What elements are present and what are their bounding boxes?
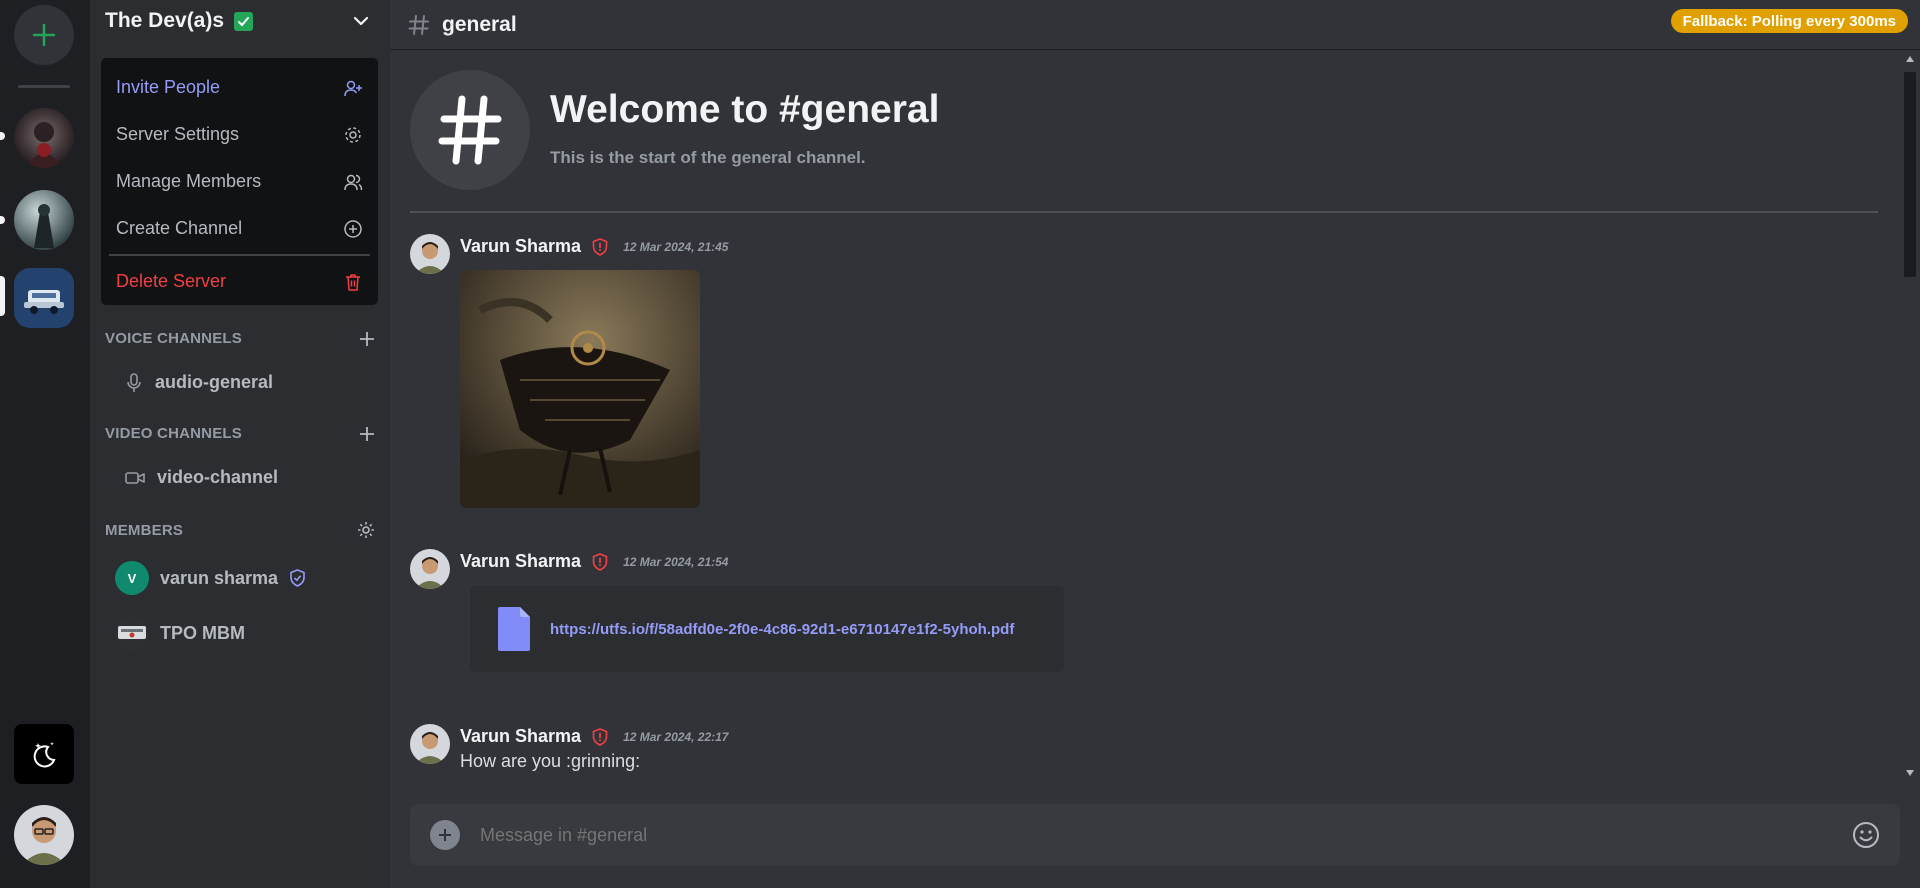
message-composer [410, 804, 1900, 866]
member-name: varun sharma [160, 567, 279, 588]
message-header: Varun Sharma 12 Mar 2024, 21:45 [460, 236, 728, 257]
section-label: MEMBERS [105, 521, 184, 539]
channel-label: audio-general [155, 372, 274, 392]
video-channel-video-channel[interactable]: video-channel [125, 467, 278, 488]
microphone-icon [127, 372, 141, 392]
shield-alert-icon [592, 237, 608, 256]
plus-icon [32, 23, 56, 47]
menu-server-settings[interactable]: Server Settings [109, 111, 370, 158]
message-avatar[interactable] [410, 724, 450, 764]
channel-header: general Fallback: Polling every 300ms [390, 0, 1920, 50]
section-label: VOICE CHANNELS [105, 330, 242, 347]
scroll-thumb[interactable] [1904, 72, 1916, 277]
menu-item-label: Server Settings [116, 124, 240, 144]
file-link[interactable]: https://utfs.io/f/58adfd0e-2f0e-4c86-92d… [550, 621, 1014, 638]
menu-invite-people[interactable]: Invite People [109, 64, 370, 111]
message-timestamp: 12 Mar 2024, 21:45 [623, 239, 729, 254]
menu-delete-server[interactable]: Delete Server [109, 258, 370, 305]
channel-welcome-icon [410, 70, 530, 190]
server-avatar-image [14, 108, 74, 168]
file-attachment: https://utfs.io/f/58adfd0e-2f0e-4c86-92d… [470, 586, 1064, 672]
welcome-title: Welcome to #general [550, 88, 940, 131]
shield-check-icon [290, 569, 305, 587]
shield-alert-icon [592, 552, 608, 571]
server-icon-active[interactable] [14, 268, 74, 328]
message-avatar[interactable] [410, 549, 450, 589]
menu-item-label: Invite People [116, 77, 221, 97]
user-avatar-image [14, 805, 74, 865]
message-timestamp: 12 Mar 2024, 22:17 [623, 729, 729, 744]
server-indicator [0, 132, 5, 140]
server-avatar-image [14, 268, 74, 328]
menu-divider [109, 254, 370, 256]
member-avatar [115, 616, 149, 650]
message-author[interactable]: Varun Sharma [460, 551, 581, 572]
user-avatar[interactable] [14, 805, 74, 865]
status-badge: Fallback: Polling every 300ms [1670, 9, 1908, 33]
theme-toggle-button[interactable] [14, 724, 74, 784]
video-camera-icon [125, 471, 145, 484]
message-timestamp: 12 Mar 2024, 21:54 [623, 554, 729, 569]
server-avatar-image [14, 190, 74, 250]
message-header: Varun Sharma 12 Mar 2024, 21:54 [460, 551, 728, 572]
message-author[interactable]: Varun Sharma [460, 236, 581, 257]
message-input[interactable] [480, 824, 1780, 846]
server-icon-2[interactable] [14, 190, 74, 250]
chevron-down-icon [353, 16, 369, 26]
moon-stars-icon [33, 742, 56, 768]
add-attachment-button[interactable] [430, 820, 460, 850]
steampunk-ship-image [460, 270, 700, 508]
message-image-attachment[interactable] [460, 270, 700, 508]
server-icon-1[interactable] [14, 108, 74, 168]
section-label: VIDEO CHANNELS [105, 425, 242, 442]
user-plus-icon [344, 80, 362, 96]
users-icon [344, 174, 363, 190]
add-voice-channel-icon[interactable] [359, 331, 375, 347]
scroll-up-arrow[interactable] [1906, 56, 1914, 62]
message-content: How are you :grinning: [460, 751, 641, 771]
message-scrollbar[interactable] [1900, 52, 1920, 782]
voice-channels-header: VOICE CHANNELS [105, 330, 375, 347]
server-indicator [0, 216, 5, 224]
file-icon [498, 607, 530, 651]
verified-check-icon [234, 11, 254, 31]
server-dropdown-menu: Invite People Server Settings Manage Mem… [101, 58, 378, 305]
welcome-subtitle: This is the start of the general channel… [550, 148, 866, 167]
plus-icon [439, 829, 451, 841]
voice-channel-audio-general[interactable]: audio-general [125, 372, 273, 393]
member-varun-sharma[interactable]: V varun sharma [115, 561, 306, 595]
server-name: The Dev(a)s [105, 9, 225, 32]
trash-icon [346, 273, 360, 291]
menu-create-channel[interactable]: Create Channel [109, 205, 370, 252]
channel-title: general [442, 12, 517, 36]
video-channels-header: VIDEO CHANNELS [105, 425, 375, 442]
menu-item-label: Create Channel [116, 218, 243, 238]
hashtag-icon [408, 14, 429, 35]
message-author[interactable]: Varun Sharma [460, 726, 581, 747]
message-avatar[interactable] [410, 234, 450, 274]
member-tpo-mbm[interactable]: TPO MBM [115, 616, 245, 650]
scroll-down-arrow[interactable] [1906, 770, 1914, 776]
menu-manage-members[interactable]: Manage Members [109, 158, 370, 205]
active-server-indicator [0, 276, 5, 316]
emoji-smile-icon[interactable] [1852, 821, 1880, 849]
message-header: Varun Sharma 12 Mar 2024, 22:17 [460, 726, 728, 747]
member-avatar: V [115, 561, 149, 595]
plus-circle-icon [344, 219, 362, 238]
server-rail [0, 0, 90, 888]
member-name: TPO MBM [160, 622, 245, 643]
welcome-divider [410, 211, 1878, 213]
add-video-channel-icon[interactable] [359, 426, 375, 442]
rail-divider [18, 85, 70, 88]
members-header: MEMBERS [105, 521, 375, 539]
gear-icon[interactable] [357, 521, 375, 539]
add-server-button[interactable] [14, 5, 74, 65]
server-header[interactable]: The Dev(a)s [90, 0, 390, 42]
menu-item-label: Delete Server [116, 271, 227, 291]
channel-label: video-channel [157, 467, 279, 487]
hashtag-icon [438, 95, 502, 165]
menu-item-label: Manage Members [116, 171, 262, 191]
shield-alert-icon [592, 727, 608, 746]
gear-icon [345, 126, 361, 143]
